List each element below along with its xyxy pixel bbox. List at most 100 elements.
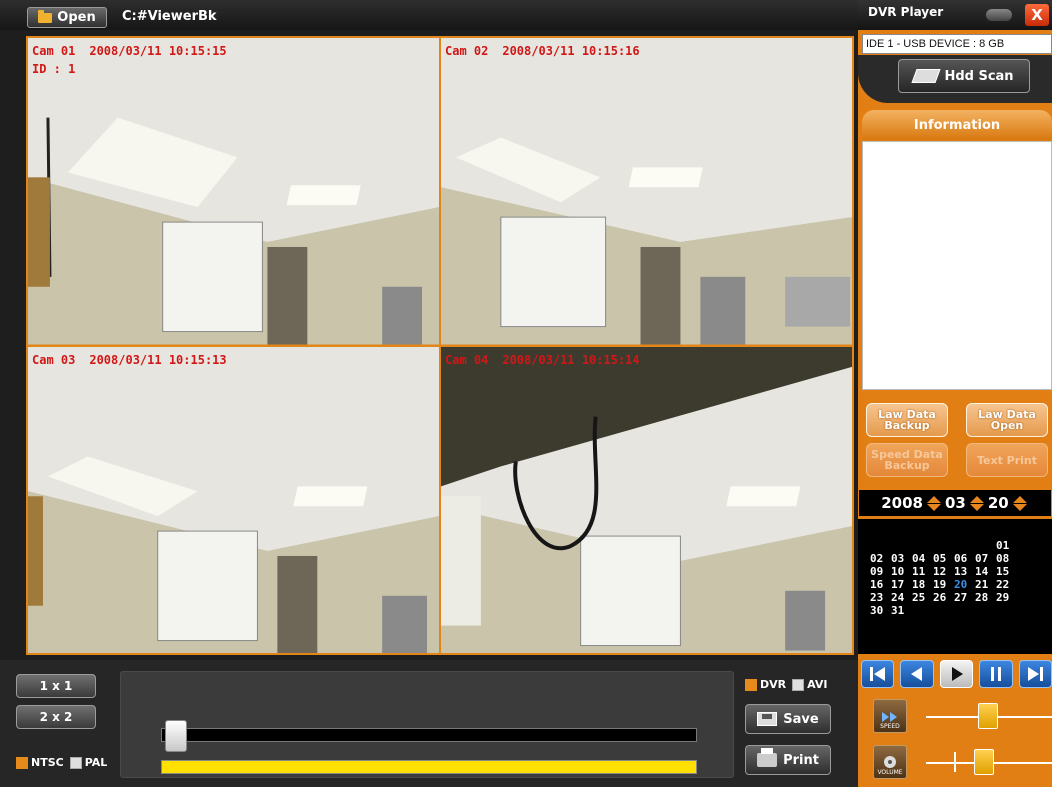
calendar-day[interactable]: 31 bbox=[891, 604, 912, 617]
hdd-scan-label: Hdd Scan bbox=[944, 68, 1014, 84]
calendar-day[interactable]: 09 bbox=[870, 565, 891, 578]
calendar-day[interactable]: 20 bbox=[954, 578, 975, 591]
calendar-week: 01 bbox=[870, 539, 1052, 552]
calendar-day[interactable]: 03 bbox=[891, 552, 912, 565]
calendar-day[interactable]: 16 bbox=[870, 578, 891, 591]
scanner-icon bbox=[911, 69, 941, 83]
calendar-day[interactable]: 12 bbox=[933, 565, 954, 578]
calendar-day[interactable]: 10 bbox=[891, 565, 912, 578]
calendar-day[interactable]: 24 bbox=[891, 591, 912, 604]
calendar-day[interactable]: 25 bbox=[912, 591, 933, 604]
avi-checkbox[interactable] bbox=[792, 678, 805, 691]
save-label: Save bbox=[783, 711, 819, 727]
calendar-day[interactable]: 01 bbox=[996, 539, 1017, 552]
camera-name: Cam 03 bbox=[32, 352, 76, 367]
camera-feed-image bbox=[441, 38, 852, 345]
calendar-day[interactable]: 07 bbox=[975, 552, 996, 565]
volume-button[interactable]: VOLUME bbox=[873, 745, 907, 779]
save-icon bbox=[757, 712, 778, 726]
calendar-day[interactable]: 14 bbox=[975, 565, 996, 578]
calendar-day[interactable]: 23 bbox=[870, 591, 891, 604]
calendar-day[interactable]: 08 bbox=[996, 552, 1017, 565]
calendar-day[interactable]: 29 bbox=[996, 591, 1017, 604]
text-print-button[interactable]: Text Print bbox=[966, 443, 1048, 477]
speed-control: SPEED bbox=[858, 693, 1052, 739]
year-stepper[interactable] bbox=[927, 495, 941, 511]
volume-tick bbox=[954, 752, 956, 772]
camera-feed-image bbox=[28, 38, 439, 345]
law-data-open-line2: Open bbox=[990, 419, 1024, 432]
print-button[interactable]: Print bbox=[745, 745, 831, 775]
playback-position-handle[interactable] bbox=[165, 720, 187, 752]
calendar-day[interactable]: 18 bbox=[912, 578, 933, 591]
pause-icon bbox=[990, 667, 1001, 681]
calendar-day[interactable]: 26 bbox=[933, 591, 954, 604]
text-print-label: Text Print bbox=[976, 453, 1038, 467]
rewind-button[interactable] bbox=[900, 660, 934, 688]
calendar-day[interactable]: 30 bbox=[870, 604, 891, 617]
printer-icon bbox=[757, 748, 778, 767]
calendar-day[interactable]: 05 bbox=[933, 552, 954, 565]
camera-view-1[interactable]: Cam 01 2008/03/11 10:15:15 ID : 1 bbox=[28, 38, 439, 345]
calendar-day[interactable]: 19 bbox=[933, 578, 954, 591]
calendar-empty-cell bbox=[912, 539, 933, 552]
day-stepper[interactable] bbox=[1012, 495, 1027, 511]
open-label: Open bbox=[57, 10, 96, 25]
calendar-day[interactable]: 11 bbox=[912, 565, 933, 578]
dvr-checkbox[interactable] bbox=[745, 678, 757, 691]
law-data-open-button[interactable]: Law Data Open bbox=[966, 403, 1048, 437]
month-stepper[interactable] bbox=[969, 495, 984, 511]
camera-view-3[interactable]: Cam 03 2008/03/11 10:15:13 bbox=[28, 346, 439, 653]
calendar-day[interactable]: 13 bbox=[954, 565, 975, 578]
save-button[interactable]: Save bbox=[745, 704, 831, 734]
volume-slider-handle[interactable] bbox=[974, 749, 994, 775]
camera-view-4[interactable]: Cam 04 2008/03/11 10:15:14 bbox=[441, 346, 852, 653]
minimize-button[interactable] bbox=[986, 9, 1012, 21]
file-path: C:#ViewerBk bbox=[122, 9, 217, 24]
recording-timeline-bar[interactable] bbox=[161, 760, 697, 774]
information-box bbox=[862, 141, 1052, 390]
play-button[interactable] bbox=[939, 660, 974, 688]
close-button[interactable]: X bbox=[1025, 4, 1049, 26]
law-data-backup-button[interactable]: Law Data Backup bbox=[866, 403, 948, 437]
camera-name: Cam 01 bbox=[32, 44, 76, 58]
reverse-play-icon bbox=[911, 667, 923, 681]
speed-slider-handle[interactable] bbox=[978, 703, 998, 729]
calendar-day[interactable]: 17 bbox=[891, 578, 912, 591]
pal-checkbox[interactable] bbox=[69, 756, 82, 769]
sidebar-title: DVR Player bbox=[858, 0, 1052, 30]
calendar-week: 16 17 18 19 20 21 22 bbox=[870, 578, 1052, 591]
layout-1x1-button[interactable]: 1 x 1 bbox=[16, 674, 96, 698]
hdd-scan-button[interactable]: Hdd Scan bbox=[898, 59, 1030, 93]
skip-start-icon bbox=[869, 667, 885, 681]
calendar-day[interactable]: 04 bbox=[912, 552, 933, 565]
calendar-day[interactable]: 28 bbox=[975, 591, 996, 604]
month-value: 03 bbox=[945, 494, 966, 512]
calendar-day[interactable]: 02 bbox=[870, 552, 891, 565]
camera-view-2[interactable]: Cam 02 2008/03/11 10:15:16 bbox=[441, 38, 852, 345]
avi-label: AVI bbox=[807, 678, 828, 691]
playback-buttons bbox=[858, 657, 1052, 693]
speed-data-backup-button[interactable]: Speed Data Backup bbox=[866, 443, 948, 477]
calendar-day[interactable]: 15 bbox=[996, 565, 1017, 578]
calendar-day[interactable]: 21 bbox=[975, 578, 996, 591]
speed-label: SPEED bbox=[880, 723, 900, 730]
device-select-value: IDE 1 - USB DEVICE : 8 GB bbox=[866, 38, 1005, 50]
open-button[interactable]: Open bbox=[27, 7, 107, 28]
camera-overlay: Cam 02 2008/03/11 10:15:16 bbox=[445, 44, 654, 58]
pause-button[interactable] bbox=[979, 660, 1013, 688]
playback-position-track[interactable] bbox=[161, 728, 697, 742]
camera-feed-image bbox=[28, 346, 439, 653]
speed-button[interactable]: SPEED bbox=[873, 699, 907, 733]
skip-to-start-button[interactable] bbox=[861, 660, 895, 688]
ntsc-checkbox[interactable] bbox=[16, 756, 28, 769]
camera-overlay: Cam 04 2008/03/11 10:15:14 bbox=[445, 353, 654, 367]
calendar-day[interactable]: 06 bbox=[954, 552, 975, 565]
device-select[interactable]: IDE 1 - USB DEVICE : 8 GB bbox=[862, 34, 1052, 54]
layout-2x2-button[interactable]: 2 x 2 bbox=[16, 705, 96, 729]
camera-overlay: Cam 03 2008/03/11 10:15:13 bbox=[32, 353, 241, 367]
calendar-day[interactable]: 22 bbox=[996, 578, 1017, 591]
information-header: Information bbox=[862, 110, 1052, 140]
calendar-day[interactable]: 27 bbox=[954, 591, 975, 604]
skip-to-end-button[interactable] bbox=[1018, 660, 1052, 688]
